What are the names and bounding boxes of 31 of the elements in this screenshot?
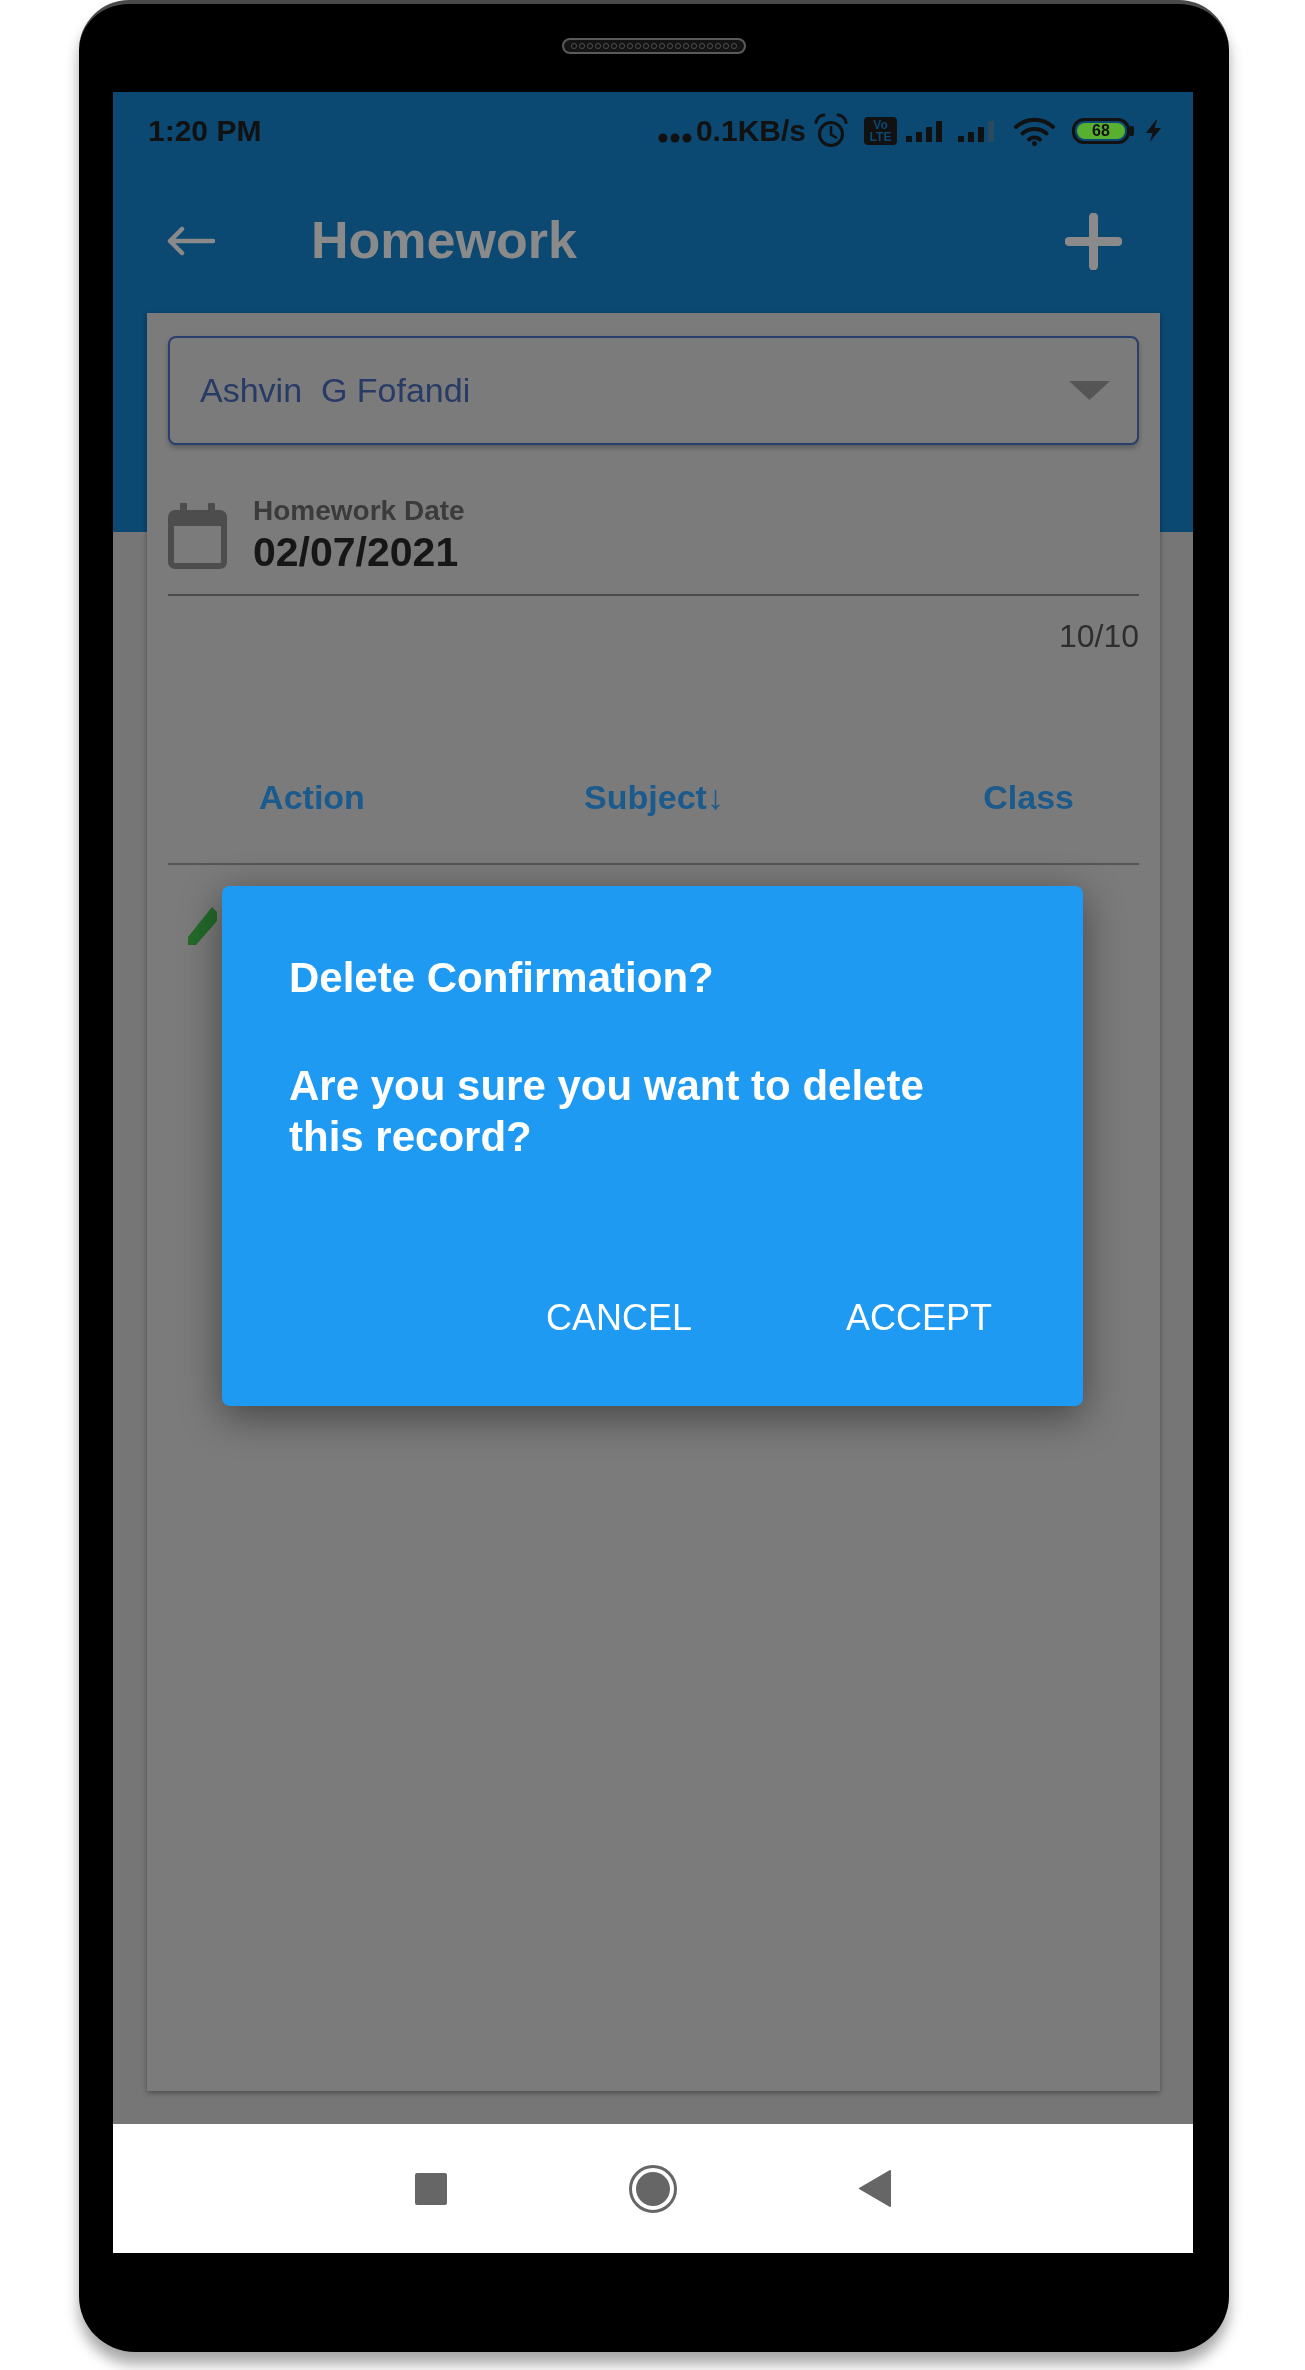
dialog-title: Delete Confirmation? bbox=[289, 953, 715, 1003]
alarm-clock-icon bbox=[814, 113, 848, 149]
column-header[interactable]: Action bbox=[259, 777, 365, 817]
back-icon[interactable] bbox=[859, 2170, 891, 2207]
date-label: Homework Date bbox=[253, 494, 465, 528]
calendar-icon bbox=[168, 501, 227, 569]
dialog-message: Are you sure you want to delete this record? bbox=[289, 1061, 925, 1162]
wifi-icon bbox=[1013, 116, 1056, 146]
plus-icon[interactable] bbox=[1065, 212, 1122, 270]
speaker-grille-icon bbox=[562, 38, 746, 54]
date-field[interactable]: Homework Date 02/07/2021 bbox=[168, 494, 1139, 596]
column-header[interactable]: Subject↓ bbox=[584, 777, 724, 817]
date-value: 02/07/2021 bbox=[253, 528, 460, 576]
home-icon[interactable] bbox=[629, 2164, 677, 2213]
screen-title: Homework bbox=[311, 212, 577, 270]
dots-icon bbox=[657, 133, 692, 143]
battery-indicator: 68 bbox=[1072, 118, 1134, 144]
network-speed: 0.1KB/s bbox=[695, 116, 806, 146]
column-header[interactable]: Class bbox=[983, 777, 1074, 817]
record-count: 10/10 bbox=[1058, 617, 1139, 655]
signal-bars-icon bbox=[905, 120, 945, 142]
caret-icon bbox=[1069, 381, 1110, 400]
square-icon[interactable] bbox=[415, 2172, 447, 2205]
status-time: 1:20 PM bbox=[148, 116, 262, 146]
back-arrow-icon[interactable] bbox=[166, 226, 215, 256]
lightning-bolt-icon bbox=[1145, 120, 1162, 142]
volte-badge: Vo LTE bbox=[864, 117, 897, 145]
student-dropdown[interactable]: Ashvin G Fofandi bbox=[168, 336, 1139, 445]
accept-button[interactable]: ACCEPT bbox=[815, 1278, 1022, 1357]
signal-bars-icon bbox=[957, 120, 997, 142]
cancel-button[interactable]: CANCEL bbox=[515, 1278, 722, 1357]
